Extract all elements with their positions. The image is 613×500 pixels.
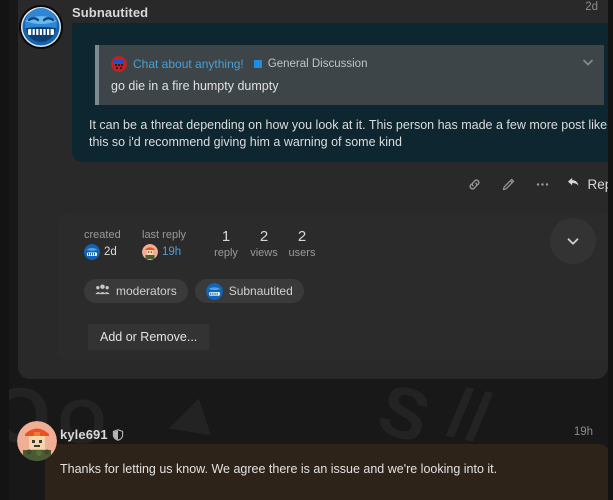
topic-stats: created 2d last reply 19h 1 reply 2 view… <box>84 229 321 260</box>
add-or-remove-button[interactable]: Add or Remove... <box>88 324 210 350</box>
ellipsis-icon[interactable] <box>528 170 556 198</box>
avatar[interactable] <box>19 5 63 49</box>
forum-topic-view: O O ◂ S // Subnautited Chat about anythi… <box>0 0 613 500</box>
post-author-name-2[interactable]: kyle691 <box>60 427 108 442</box>
stat-views-value: 2 <box>259 228 269 245</box>
participant-moderators-label: moderators <box>116 284 177 298</box>
stat-last-reply-label: last reply <box>142 229 187 241</box>
right-gutter <box>608 0 613 500</box>
quote-text: go die in a fire humpty dumpty <box>111 79 279 93</box>
post-timestamp-2[interactable]: 19h <box>574 426 593 438</box>
stat-users-label: users <box>288 247 316 259</box>
participant-avatar <box>205 282 223 300</box>
stat-replies-value: 1 <box>221 228 231 245</box>
quote-expand-chevron-down-icon[interactable] <box>581 55 595 69</box>
shield-icon <box>112 428 124 441</box>
post-container-1: Subnautited Chat about anything! General… <box>18 0 613 379</box>
post-body-2: Thanks for letting us know. We agree the… <box>45 444 610 500</box>
topic-map: created 2d last reply 19h 1 reply 2 view… <box>58 213 612 361</box>
participant-subnautited-label: Subnautited <box>228 284 293 298</box>
participant-moderators[interactable]: moderators <box>84 279 188 303</box>
left-gutter <box>0 0 9 500</box>
quote-author-avatar <box>111 56 127 72</box>
stat-last-reply: last reply 19h <box>142 229 207 260</box>
quote-category-link[interactable]: General Discussion <box>268 58 368 70</box>
category-color-square <box>253 60 262 68</box>
group-icon <box>95 283 110 299</box>
post-body-1: Chat about anything! General Discussion … <box>72 23 613 162</box>
stat-created-value[interactable]: 2d <box>104 246 117 258</box>
post-timestamp-1[interactable]: 2d <box>585 1 598 13</box>
quoted-post: Chat about anything! General Discussion … <box>95 45 604 105</box>
post-header-1: Subnautited <box>72 4 598 24</box>
stat-created: created 2d <box>84 229 142 260</box>
stat-views[interactable]: 2 views <box>245 228 283 260</box>
post-text-1: It can be a threat depending on how you … <box>89 118 608 149</box>
participants-list: moderators Subnautited <box>84 279 304 303</box>
quote-topic-link[interactable]: Chat about anything! <box>133 57 244 71</box>
stat-users[interactable]: 2 users <box>283 228 321 260</box>
avatar[interactable] <box>17 421 57 461</box>
reply-button[interactable]: Reply <box>566 170 613 198</box>
quote-header: Chat about anything! General Discussion <box>111 55 576 73</box>
stat-users-value: 2 <box>297 228 307 245</box>
created-by-avatar[interactable] <box>84 244 100 260</box>
reply-arrow-icon <box>566 175 581 193</box>
post-author-name[interactable]: Subnautited <box>72 5 148 20</box>
post-actions-bar: Reply <box>72 170 613 200</box>
stat-replies-label: reply <box>214 247 238 259</box>
stat-views-label: views <box>250 247 278 259</box>
participant-subnautited[interactable]: Subnautited <box>194 279 304 303</box>
expand-topic-chevron-down-icon[interactable] <box>550 218 596 264</box>
stat-created-label: created <box>84 229 121 241</box>
post-container-2: kyle691 19h Thanks for letting us know. … <box>0 406 613 500</box>
stat-replies[interactable]: 1 reply <box>207 228 245 260</box>
link-icon[interactable] <box>460 170 488 198</box>
last-reply-avatar[interactable] <box>142 244 158 260</box>
post-text-2: Thanks for letting us know. We agree the… <box>60 462 498 476</box>
stat-last-reply-value[interactable]: 19h <box>162 246 181 258</box>
post-header-2: kyle691 <box>60 425 603 443</box>
pencil-icon[interactable] <box>494 170 522 198</box>
